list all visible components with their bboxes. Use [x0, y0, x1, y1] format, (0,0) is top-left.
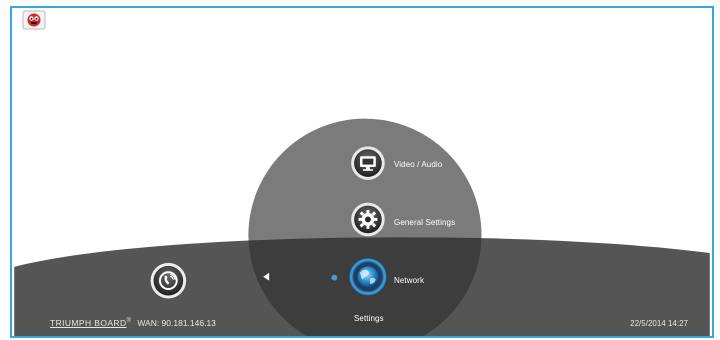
brand-name: TRIUMPH BOARD [50, 318, 127, 328]
wan-address: WAN: 90.181.146.13 [137, 318, 216, 328]
menu-item-video-audio[interactable]: Video / Audio [394, 160, 442, 169]
menu-item-network[interactable]: Network [394, 276, 424, 285]
video-audio-button[interactable] [351, 146, 389, 184]
brand-mark: ® [126, 318, 131, 325]
menu-item-general-settings[interactable]: General Settings [394, 218, 455, 227]
selection-dot [331, 274, 338, 281]
app-logo-icon [22, 10, 46, 30]
network-button[interactable] [349, 259, 391, 301]
menu-title-settings: Settings [354, 314, 384, 323]
app-frame: Video / Audio General Settings Network S… [10, 6, 714, 338]
general-settings-button[interactable] [351, 203, 389, 241]
datetime: 22/5/2014 14:27 [630, 319, 688, 328]
phone-call-button[interactable] [148, 264, 188, 304]
footer-brand: TRIUMPH BOARD® WAN: 90.181.146.13 [50, 318, 216, 328]
previous-arrow-button[interactable] [258, 270, 276, 290]
